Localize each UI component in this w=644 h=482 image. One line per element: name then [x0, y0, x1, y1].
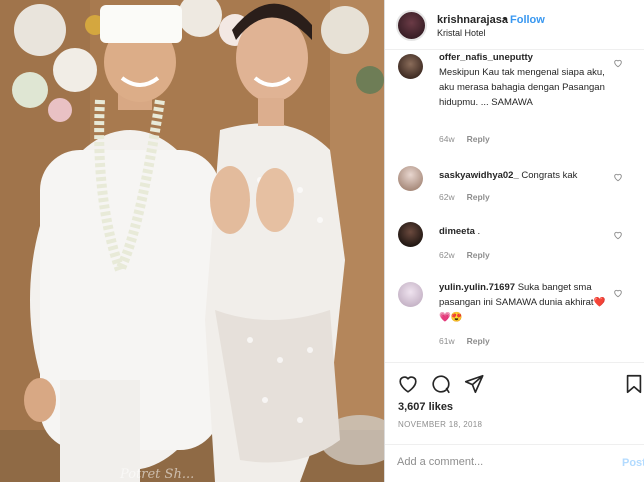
- paper-plane-icon[interactable]: [463, 373, 485, 395]
- comment-time: 61w: [439, 336, 455, 346]
- comment-meta: 62w Reply: [439, 192, 490, 202]
- small-heart-icon[interactable]: [613, 230, 623, 240]
- comment-body: offer_nafis_uneputty Meskipun Kau tak me…: [439, 50, 609, 110]
- comment-username[interactable]: saskyawidhya02_: [439, 170, 519, 181]
- comment-username[interactable]: dimeeta: [439, 226, 475, 237]
- comment-time: 64w: [439, 134, 455, 144]
- heart-icon[interactable]: [397, 373, 419, 395]
- comment-bubble-icon[interactable]: [430, 373, 452, 395]
- author-avatar[interactable]: [396, 10, 427, 41]
- reply-button[interactable]: Reply: [467, 134, 490, 144]
- author-username[interactable]: krishnarajasa: [437, 14, 508, 26]
- comment-username[interactable]: yulin.yulin.71697: [439, 282, 515, 293]
- small-heart-icon[interactable]: [613, 288, 623, 298]
- bookmark-icon[interactable]: [623, 373, 644, 395]
- comment-time: 62w: [439, 250, 455, 260]
- add-comment-bar: Post: [385, 444, 644, 482]
- header-separator: •: [503, 13, 507, 25]
- follow-button[interactable]: Follow: [510, 14, 545, 26]
- comments-list[interactable]: offer_nafis_uneputty Meskipun Kau tak me…: [385, 50, 644, 360]
- comment-meta: 61w Reply: [439, 336, 490, 346]
- small-heart-icon[interactable]: [613, 172, 623, 182]
- photo-watermark: Potret Sh...: [120, 467, 195, 482]
- commenter-avatar[interactable]: [398, 222, 423, 247]
- comment-body: yulin.yulin.71697 Suka banget sma pasang…: [439, 280, 609, 325]
- reply-button[interactable]: Reply: [467, 336, 490, 346]
- comment-input[interactable]: [397, 456, 607, 468]
- comment-meta: 64w Reply: [439, 134, 490, 144]
- small-heart-icon[interactable]: [613, 58, 623, 68]
- post-photo[interactable]: Potret Sh...: [0, 0, 384, 482]
- comment-text: .: [477, 226, 481, 237]
- post-details-panel: krishnarajasa • Follow Kristal Hotel off…: [384, 0, 644, 482]
- comment-username[interactable]: offer_nafis_uneputty: [439, 52, 533, 63]
- commenter-avatar[interactable]: [398, 166, 423, 191]
- comment-text: Congrats kak: [521, 170, 578, 181]
- commenter-avatar[interactable]: [398, 282, 423, 307]
- reply-button[interactable]: Reply: [467, 192, 490, 202]
- comment-time: 62w: [439, 192, 455, 202]
- commenter-avatar[interactable]: [398, 54, 423, 79]
- post-location[interactable]: Kristal Hotel: [437, 28, 486, 38]
- comment-body: saskyawidhya02_ Congrats kak: [439, 168, 609, 183]
- reply-button[interactable]: Reply: [467, 250, 490, 260]
- post-button[interactable]: Post: [622, 457, 644, 469]
- comment-meta: 62w Reply: [439, 250, 490, 260]
- likes-count[interactable]: 3,607 likes: [398, 401, 453, 413]
- wedding-photo-illustration: [0, 0, 384, 482]
- post-date: NOVEMBER 18, 2018: [398, 420, 483, 429]
- comment-text: Meskipun Kau tak mengenal siapa aku, aku…: [439, 67, 605, 108]
- post-header: krishnarajasa • Follow Kristal Hotel: [385, 0, 644, 50]
- comment-body: dimeeta .: [439, 224, 609, 239]
